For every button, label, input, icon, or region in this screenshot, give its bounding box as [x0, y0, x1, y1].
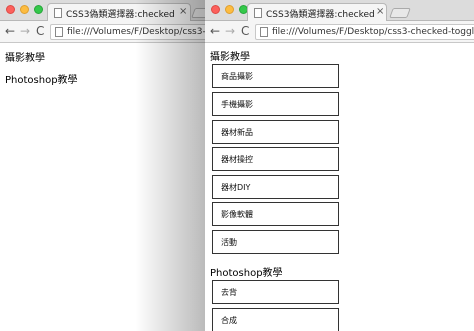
menu-item-new-gear[interactable]: 器材新品	[212, 120, 339, 144]
reload-icon[interactable]: C	[241, 24, 249, 38]
tab-title: CSS3偽類選擇器:checked - 免	[266, 10, 374, 20]
page-icon	[260, 27, 268, 37]
page-icon	[254, 8, 262, 18]
menu-item-gear-control[interactable]: 器材操控	[212, 147, 339, 171]
tab-close-icon[interactable]: ×	[376, 6, 384, 17]
left-page-content: 攝影教學 Photoshop教學	[0, 44, 205, 331]
menu-item-product-photo[interactable]: 商品攝影	[212, 64, 339, 88]
new-tab-button[interactable]	[191, 8, 205, 18]
tab-close-icon[interactable]: ×	[179, 6, 187, 17]
new-tab-button[interactable]	[389, 8, 411, 18]
left-active-tab[interactable]: CSS3偽類選擇器:checked ×	[47, 3, 191, 22]
menu-item-remove-background[interactable]: 去背	[212, 280, 339, 304]
menu-item-gear-diy[interactable]: 器材DIY	[212, 175, 339, 199]
forward-arrow-icon[interactable]: →	[225, 24, 235, 38]
menu-item-label: 影像軟體	[221, 210, 253, 219]
photoshop-heading[interactable]: Photoshop教學	[210, 264, 283, 279]
right-toolbar: ← → C file:///Volumes/F/Desktop/css3-che…	[205, 21, 474, 43]
back-arrow-icon[interactable]: ←	[5, 24, 15, 38]
back-arrow-icon[interactable]: ←	[210, 24, 220, 38]
left-window-controls	[6, 5, 43, 14]
menu-item-label: 器材操控	[221, 155, 253, 164]
photo-heading[interactable]: 攝影教學	[210, 48, 250, 63]
right-active-tab[interactable]: CSS3偽類選擇器:checked - 免 ×	[247, 3, 387, 22]
page-icon	[55, 27, 63, 37]
right-window-controls	[211, 5, 248, 14]
zoom-window-button[interactable]	[34, 5, 43, 14]
minimize-window-button[interactable]	[20, 5, 29, 14]
menu-item-events[interactable]: 活動	[212, 230, 339, 254]
right-browser-window: CSS3偽類選擇器:checked - 免 × ← → C file:///Vo…	[205, 0, 474, 331]
url-text: file:///Volumes/F/Desktop/css3-ch	[67, 27, 205, 37]
menu-item-label: 手機攝影	[221, 100, 253, 109]
menu-item-label: 商品攝影	[221, 72, 253, 81]
menu-item-label: 器材DIY	[221, 183, 251, 192]
close-window-button[interactable]	[211, 5, 220, 14]
menu-item-label: 去背	[221, 288, 237, 297]
address-bar[interactable]: file:///Volumes/F/Desktop/css3-checked-t…	[255, 24, 474, 40]
right-page-content: 攝影教學 商品攝影 手機攝影 器材新品 器材操控 器材DIY 影像軟體 活動 P…	[205, 44, 474, 331]
left-browser-window: CSS3偽類選擇器:checked × ← → C file:///Volume…	[0, 0, 205, 331]
menu-item-label: 活動	[221, 238, 237, 247]
close-window-button[interactable]	[6, 5, 15, 14]
menu-item-composite[interactable]: 合成	[212, 308, 339, 331]
menu-item-label: 器材新品	[221, 128, 253, 137]
page-icon	[54, 8, 62, 18]
right-tab-strip: CSS3偽類選擇器:checked - 免 ×	[205, 0, 474, 22]
minimize-window-button[interactable]	[225, 5, 234, 14]
url-text: file:///Volumes/F/Desktop/css3-checked-t…	[272, 27, 474, 37]
left-toolbar: ← → C file:///Volumes/F/Desktop/css3-ch	[0, 21, 205, 43]
photoshop-heading[interactable]: Photoshop教學	[5, 71, 78, 86]
menu-item-label: 合成	[221, 316, 237, 325]
menu-item-image-software[interactable]: 影像軟體	[212, 202, 339, 226]
left-tab-strip: CSS3偽類選擇器:checked ×	[0, 0, 205, 22]
tab-title: CSS3偽類選擇器:checked	[66, 10, 175, 20]
menu-item-phone-photo[interactable]: 手機攝影	[212, 92, 339, 116]
forward-arrow-icon[interactable]: →	[20, 24, 30, 38]
address-bar[interactable]: file:///Volumes/F/Desktop/css3-ch	[50, 24, 205, 40]
photo-heading[interactable]: 攝影教學	[5, 49, 45, 64]
reload-icon[interactable]: C	[36, 24, 44, 38]
